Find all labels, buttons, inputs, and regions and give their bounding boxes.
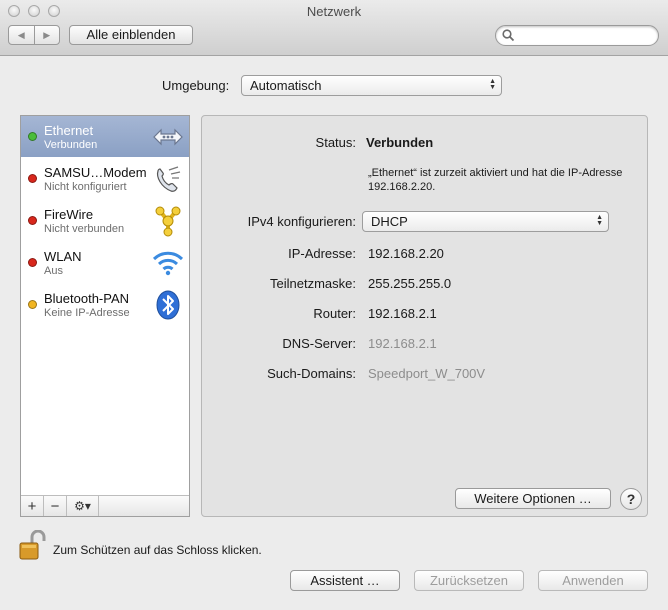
help-button[interactable]: ?	[620, 488, 642, 510]
action-menu-button[interactable]: ⚙▾	[67, 496, 99, 516]
add-service-button[interactable]: +	[21, 496, 44, 516]
status-dot	[28, 300, 37, 309]
ipv4-configure-value: DHCP	[371, 214, 408, 229]
apply-button[interactable]: Anwenden	[538, 570, 648, 591]
ip-address-label: IP-Adresse:	[288, 246, 356, 261]
service-item-firewire[interactable]: FireWire Nicht verbunden	[21, 200, 189, 241]
status-dot	[28, 174, 37, 183]
search-input[interactable]	[518, 28, 654, 43]
ip-address-value: 192.168.2.20	[368, 246, 444, 261]
search-domains-label: Such-Domains:	[267, 366, 356, 381]
ethernet-icon	[153, 128, 183, 146]
back-button[interactable]: ◀	[9, 26, 34, 44]
service-status: Nicht konfiguriert	[44, 181, 127, 193]
service-name: Bluetooth-PAN	[44, 291, 130, 306]
nav-back-forward: ◀ ▶	[8, 25, 60, 45]
location-label: Umgebung:	[162, 78, 230, 93]
service-status: Keine IP-Adresse	[44, 307, 130, 319]
phone-icon	[156, 166, 181, 192]
wifi-icon	[152, 251, 184, 276]
subnet-mask-value: 255.255.255.0	[368, 276, 452, 291]
lock-icon[interactable]	[18, 530, 46, 562]
back-arrow-icon: ◀	[17, 29, 25, 40]
lock-hint-text: Zum Schützen auf das Schloss klicken.	[53, 543, 262, 557]
router-value: 192.168.2.1	[368, 306, 437, 321]
revert-button[interactable]: Zurücksetzen	[414, 570, 524, 591]
popup-arrows-icon: ▲ ▼	[596, 214, 603, 227]
status-dot	[28, 216, 37, 225]
remove-service-button[interactable]: −	[44, 496, 67, 516]
window-title: Netzwerk	[306, 4, 362, 19]
status-dot	[28, 132, 37, 141]
service-list-toolbar: + − ⚙▾	[21, 495, 189, 516]
status-label: Status:	[315, 135, 356, 150]
status-value: Verbunden	[366, 135, 434, 150]
service-item-wlan[interactable]: WLAN Aus	[21, 242, 189, 283]
search-field[interactable]	[495, 25, 659, 46]
service-name: WLAN	[44, 249, 82, 264]
service-status: Verbunden	[44, 139, 98, 151]
location-popup[interactable]: Automatisch ▲ ▼	[241, 75, 502, 96]
forward-button[interactable]: ▶	[33, 26, 60, 44]
search-domains-value: Speedport_W_700V	[368, 366, 486, 381]
service-status: Aus	[44, 265, 63, 277]
service-detail-panel: Status: Verbunden „Ethernet“ ist zurzeit…	[201, 115, 648, 517]
search-icon	[502, 29, 515, 42]
service-name: SAMSU…Modem	[44, 165, 147, 180]
status-dot	[28, 258, 37, 267]
bluetooth-icon	[156, 290, 180, 320]
more-options-button[interactable]: Weitere Optionen …	[455, 488, 611, 509]
show-all-button[interactable]: Alle einblenden	[69, 25, 193, 45]
ipv4-configure-label: IPv4 konfigurieren:	[247, 214, 356, 229]
service-item-ethernet[interactable]: Ethernet Verbunden	[21, 116, 189, 157]
dns-server-label: DNS-Server:	[282, 336, 356, 351]
window-toolbar: Netzwerk ◀ ▶ Alle einblenden	[0, 0, 668, 56]
forward-arrow-icon: ▶	[43, 29, 51, 40]
popup-arrows-icon: ▲ ▼	[489, 78, 496, 91]
router-label: Router:	[313, 306, 356, 321]
service-name: FireWire	[44, 207, 94, 222]
service-item-modem[interactable]: SAMSU…Modem Nicht konfiguriert	[21, 158, 189, 199]
firewire-icon	[155, 206, 181, 237]
ipv4-configure-popup[interactable]: DHCP ▲ ▼	[362, 211, 609, 232]
service-name: Ethernet	[44, 123, 94, 138]
service-status: Nicht verbunden	[44, 223, 125, 235]
status-note: „Ethernet“ ist zurzeit aktiviert und hat…	[368, 167, 623, 193]
location-value: Automatisch	[250, 78, 322, 93]
service-item-bluetooth-pan[interactable]: Bluetooth-PAN Keine IP-Adresse	[21, 284, 189, 325]
subnet-mask-label: Teilnetzmaske:	[270, 276, 356, 291]
assistant-button[interactable]: Assistent …	[290, 570, 400, 591]
dns-server-value: 192.168.2.1	[368, 336, 437, 351]
service-list: Ethernet Verbunden SAMSU…Modem Nicht kon…	[20, 115, 190, 517]
